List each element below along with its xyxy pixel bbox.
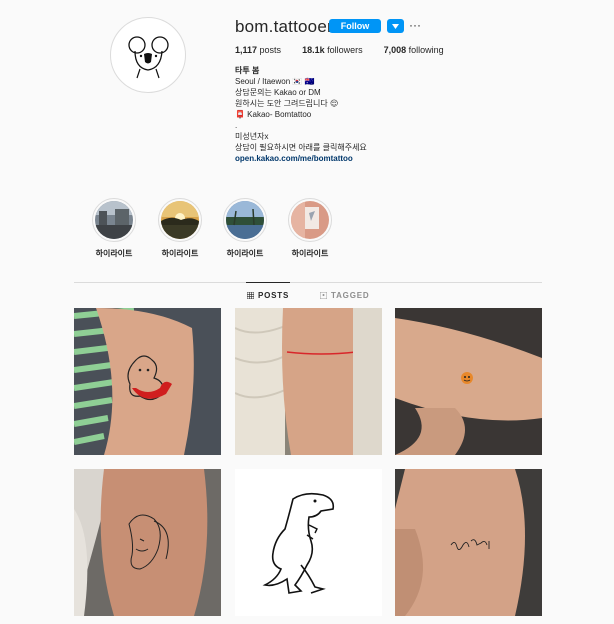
chevron-down-icon [392,23,399,29]
profile-avatar[interactable] [110,17,186,93]
highlight-item[interactable]: 하이라이트 [150,198,210,259]
tattoo-orange-face-photo [395,308,542,455]
highlight-ring [223,198,267,242]
highlight-label: 하이라이트 [291,249,329,258]
tattoo-script-photo [395,469,542,616]
following-count: 7,008 [383,45,407,55]
post-tile[interactable] [235,308,382,455]
bio-line: . [235,121,238,130]
highlight-thumbnail-tattoo [291,201,329,239]
story-highlights: 하이라이트 하이라이트 하이라이트 하이라이트 [0,198,614,268]
post-tile[interactable] [395,308,542,455]
active-tab-indicator [246,282,290,283]
bio-line: 상담이 필요하시면 아래를 클릭해주세요 [235,143,367,152]
koala-avatar-icon [128,36,169,79]
tattoo-tiger-photo [74,308,221,455]
suggested-accounts-button[interactable] [387,19,404,33]
tab-tagged-label: TAGGED [331,291,370,300]
profile-username: bom.tattooer [235,17,333,36]
bio-line: 원하시는 도안 그려드립니다 😌 [235,99,339,108]
highlight-label: 하이라이트 [226,249,264,258]
posts-stat: 1,117 posts [235,45,281,55]
highlight-label: 하이라이트 [95,249,133,258]
profile-full-name: 타투 봄 [235,66,260,75]
bio-line: Seoul / Itaewon 🇰🇷 🇦🇺 [235,77,315,86]
tagged-icon [320,292,327,299]
tabs-divider [74,282,542,283]
highlight-ring [92,198,136,242]
following-stat-label: following [408,45,444,55]
bio-line: 📮 Kakao- Bomtattoo [235,110,312,119]
highlight-ring [288,198,332,242]
highlight-label: 하이라이트 [161,249,199,258]
highlight-thumbnail-palms [226,201,264,239]
followers-stat-label: followers [327,45,363,55]
post-tile[interactable] [395,469,542,616]
post-tile[interactable] [235,469,382,616]
highlight-item[interactable]: 하이라이트 [84,198,144,259]
highlight-thumbnail-sunset [161,201,199,239]
grid-icon [247,292,254,299]
highlight-thumbnail-street [95,201,133,239]
tab-posts[interactable]: POSTS [247,291,289,300]
profile-stats: 1,117 posts 18.1k followers 7,008 follow… [235,45,444,55]
tattoo-dinosaur-drawing [235,469,382,616]
post-tile[interactable] [74,469,221,616]
tattoo-red-line-photo [235,308,382,455]
posts-count: 1,117 [235,45,258,55]
followers-stat[interactable]: 18.1k followers [302,45,363,55]
follow-button[interactable]: Follow [329,19,381,33]
tab-tagged[interactable]: TAGGED [320,291,369,300]
more-options-button[interactable]: ··· [409,17,423,33]
tab-posts-label: POSTS [258,291,290,300]
bio-link[interactable]: open.kakao.com/me/bomtattoo [235,153,495,164]
post-tile[interactable] [74,308,221,455]
highlight-item[interactable]: 하이라이트 [215,198,275,259]
following-stat[interactable]: 7,008 following [384,45,444,55]
posts-stat-label: posts [259,45,282,55]
followers-count: 18.1k [302,45,325,55]
bio-line: 상담문의는 Kakao or DM [235,88,321,97]
highlight-item[interactable]: 하이라이트 [280,198,340,259]
highlight-ring [158,198,202,242]
profile-bio: 타투 봄 Seoul / Itaewon 🇰🇷 🇦🇺 상담문의는 Kakao o… [235,65,495,164]
tattoo-face-line-photo [74,469,221,616]
bio-line: 미성년자x [235,132,269,141]
